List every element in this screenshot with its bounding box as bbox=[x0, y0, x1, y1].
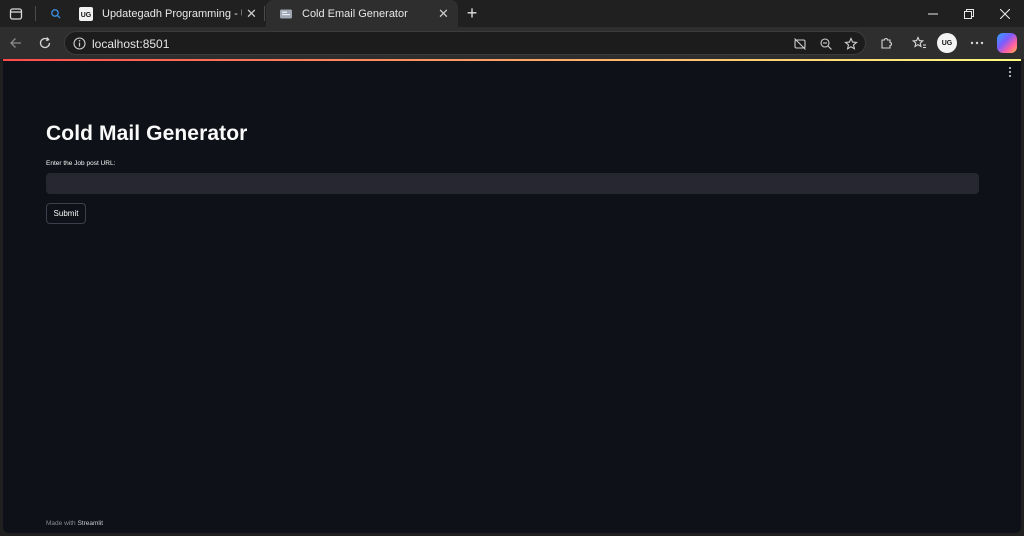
tab-title: Updategadh Programming - Updategadh bbox=[102, 7, 242, 20]
footer-prefix: Made with bbox=[46, 520, 78, 527]
site-info-icon[interactable] bbox=[72, 36, 86, 50]
tab-title: Cold Email Generator bbox=[302, 7, 408, 20]
zoom-out-icon[interactable] bbox=[817, 35, 835, 53]
address-url: localhost:8501 bbox=[92, 37, 170, 51]
tab-actions-icon[interactable] bbox=[1, 0, 31, 27]
app-viewport: Cold Mail Generator Enter the Job post U… bbox=[3, 59, 1021, 533]
svg-text:UG: UG bbox=[81, 12, 92, 19]
footer: Made with Streamlit bbox=[46, 520, 103, 527]
more-options-icon[interactable] bbox=[965, 31, 989, 55]
address-bar[interactable]: localhost:8501 bbox=[64, 31, 866, 55]
tab-cold-email-generator[interactable]: Cold Email Generator ✕ bbox=[266, 0, 458, 27]
ug-logo-icon: UG bbox=[79, 6, 93, 21]
page-title: Cold Mail Generator bbox=[46, 122, 248, 145]
page-icon bbox=[279, 7, 293, 21]
close-window-icon[interactable] bbox=[986, 0, 1024, 27]
close-tab-icon[interactable]: ✕ bbox=[245, 6, 258, 21]
copilot-icon[interactable] bbox=[997, 33, 1017, 53]
browser-tab-strip: UG Updategadh Programming - Updategadh ✕… bbox=[0, 0, 1024, 27]
browser-toolbar: localhost:8501 UG bbox=[0, 27, 1024, 59]
tracking-prevention-icon[interactable] bbox=[791, 35, 809, 53]
minimize-icon[interactable] bbox=[914, 0, 952, 27]
app-main-menu-icon[interactable] bbox=[1005, 66, 1015, 78]
favorites-icon[interactable] bbox=[907, 31, 931, 55]
footer-streamlit-link[interactable]: Streamlit bbox=[77, 520, 103, 527]
reload-icon[interactable] bbox=[33, 31, 57, 55]
profile-avatar[interactable]: UG bbox=[937, 33, 957, 53]
new-tab-icon[interactable]: + bbox=[460, 0, 484, 27]
tab-updategadh[interactable]: UG Updategadh Programming - Updategadh ✕ bbox=[66, 0, 266, 27]
tab-strip-divider bbox=[35, 6, 36, 21]
tab-divider bbox=[264, 6, 265, 21]
header-decoration-bar bbox=[3, 59, 1021, 61]
restore-icon[interactable] bbox=[950, 0, 988, 27]
favorite-star-icon[interactable] bbox=[842, 35, 860, 53]
job-url-label: Enter the Job post URL: bbox=[46, 160, 116, 167]
close-tab-icon[interactable]: ✕ bbox=[437, 6, 450, 21]
extensions-icon[interactable] bbox=[874, 31, 898, 55]
job-url-input[interactable] bbox=[46, 173, 979, 194]
submit-button[interactable]: Submit bbox=[46, 203, 86, 224]
back-arrow-icon[interactable] bbox=[4, 31, 28, 55]
